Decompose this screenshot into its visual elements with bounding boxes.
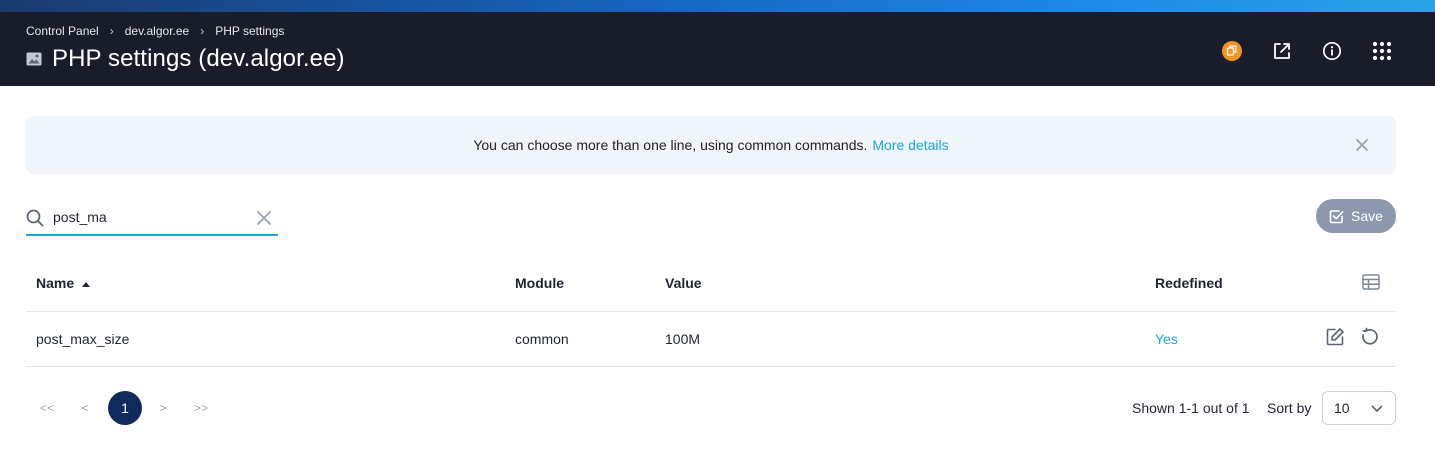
external-link-icon[interactable] <box>1269 38 1295 64</box>
column-header-redefined: Redefined <box>1155 256 1305 312</box>
cell-value: 100M <box>665 311 1155 367</box>
close-icon[interactable] <box>1354 137 1370 153</box>
prev-page-button[interactable]: < <box>68 401 102 415</box>
sort-ascending-icon <box>82 282 91 288</box>
cell-name: post_max_size <box>26 311 515 367</box>
column-header-module: Module <box>515 256 665 312</box>
chevron-down-icon <box>1371 405 1383 412</box>
sort-by-label: Sort by <box>1267 400 1312 416</box>
title-row: PHP settings (dev.algor.ee) <box>26 45 345 73</box>
save-button[interactable]: Save <box>1316 199 1396 233</box>
column-settings-cell <box>1305 256 1396 312</box>
next-page-button[interactable]: > <box>146 401 180 415</box>
page-size-select[interactable]: 10 <box>1322 391 1396 425</box>
image-icon <box>26 51 42 67</box>
column-header-name[interactable]: Name <box>26 256 515 312</box>
first-page-button[interactable]: << <box>30 401 64 415</box>
edit-icon[interactable] <box>1325 327 1345 347</box>
notification-icon[interactable] <box>1219 38 1245 64</box>
current-page-button[interactable]: 1 <box>108 391 142 425</box>
clear-search-icon[interactable] <box>256 210 272 231</box>
top-accent-strip <box>0 0 1435 12</box>
search-icon <box>26 209 44 232</box>
apps-grid-icon[interactable] <box>1369 38 1395 64</box>
pagination: << < 1 > >> <box>30 391 218 425</box>
breadcrumb-separator: › <box>109 24 114 38</box>
column-header-value: Value <box>665 256 1155 312</box>
save-button-label: Save <box>1351 208 1383 224</box>
search-input[interactable] <box>53 207 243 227</box>
settings-table: Name Module Value Redefined post_max_siz… <box>26 256 1396 367</box>
checkbox-check-icon <box>1329 209 1344 223</box>
info-icon[interactable] <box>1319 38 1345 64</box>
results-count: Shown 1-1 out of 1 <box>1132 400 1250 416</box>
breadcrumb-separator: › <box>200 24 205 38</box>
breadcrumb-item-domain[interactable]: dev.algor.ee <box>125 24 190 38</box>
last-page-button[interactable]: >> <box>184 401 218 415</box>
table-columns-icon[interactable] <box>1362 274 1380 290</box>
page-size-value: 10 <box>1334 400 1350 416</box>
reset-icon[interactable] <box>1360 327 1380 347</box>
cell-redefined: Yes <box>1155 311 1305 367</box>
info-banner: You can choose more than one line, using… <box>26 116 1396 174</box>
page-title: PHP settings (dev.algor.ee) <box>52 45 345 72</box>
table-header-row: Name Module Value Redefined <box>26 256 1396 312</box>
column-header-name-label: Name <box>36 275 75 292</box>
page-header: Control Panel › dev.algor.ee › PHP setti… <box>0 12 1435 86</box>
breadcrumb-item-current: PHP settings <box>215 24 285 38</box>
info-banner-text: You can choose more than one line, using… <box>473 137 868 153</box>
cell-actions <box>1305 311 1396 367</box>
breadcrumb: Control Panel › dev.algor.ee › PHP setti… <box>26 24 284 38</box>
more-details-link[interactable]: More details <box>872 137 948 153</box>
redefined-yes-link[interactable]: Yes <box>1155 331 1178 347</box>
table-row[interactable]: post_max_size common 100M Yes <box>26 311 1396 367</box>
header-actions <box>1195 38 1395 64</box>
cell-module: common <box>515 311 665 367</box>
search-field <box>26 203 278 236</box>
breadcrumb-item-control-panel[interactable]: Control Panel <box>26 24 99 38</box>
